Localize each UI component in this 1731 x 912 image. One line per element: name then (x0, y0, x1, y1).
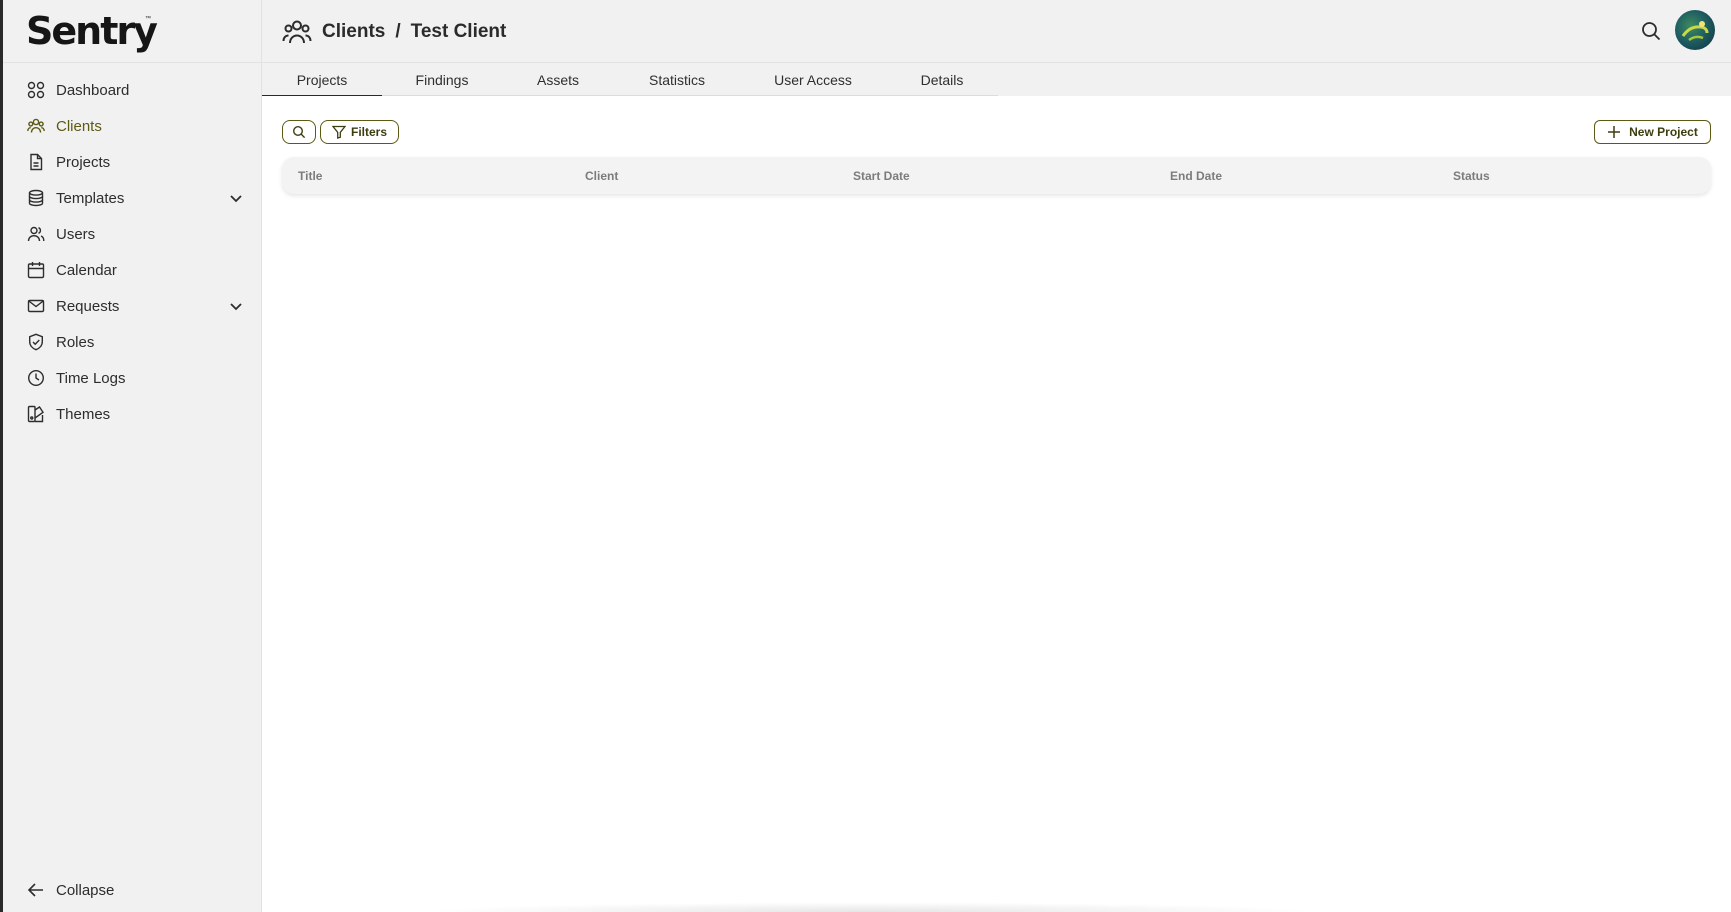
sidebar-item-requests[interactable]: Requests (3, 288, 262, 324)
sidebar-item-roles[interactable]: Roles (3, 324, 262, 360)
projects-table-header: Title Client Start Date End Date Status (282, 157, 1711, 194)
sidebar-item-label: Clients (56, 117, 102, 135)
tabs: Projects Findings Assets Statistics User… (262, 63, 998, 97)
document-icon (27, 153, 45, 171)
clients-icon (27, 117, 45, 135)
collapse-label: Collapse (56, 881, 115, 899)
database-icon (27, 189, 45, 207)
search-icon (292, 125, 306, 139)
logo-trademark: ™ (145, 16, 151, 22)
sidebar-item-label: Roles (56, 333, 95, 351)
filters-label: Filters (350, 125, 387, 139)
column-header-start-date[interactable]: Start Date (853, 169, 910, 183)
sidebar-item-clients[interactable]: Clients (3, 108, 262, 144)
sidebar: Sentry ™ Dashboard Clients Projects Temp… (3, 0, 262, 912)
calendar-icon (27, 261, 45, 279)
dashboard-icon (27, 81, 45, 99)
tab-statistics[interactable]: Statistics (614, 63, 740, 96)
topbar: Clients / Test Client (262, 0, 1731, 63)
sidebar-item-calendar[interactable]: Calendar (3, 252, 262, 288)
tab-user-access[interactable]: User Access (740, 63, 886, 96)
sidebar-item-dashboard[interactable]: Dashboard (3, 72, 262, 108)
column-header-title[interactable]: Title (298, 169, 322, 183)
palette-icon (27, 405, 45, 423)
sidebar-item-label: Themes (56, 405, 111, 423)
breadcrumb: Clients / Test Client (282, 18, 506, 46)
sidebar-item-label: Time Logs (56, 369, 126, 387)
avatar[interactable] (1675, 10, 1715, 50)
tab-assets[interactable]: Assets (502, 63, 614, 96)
main-content: Filters New Project Title Client Start D… (262, 96, 1731, 912)
tabs-bar: Projects Findings Assets Statistics User… (262, 63, 1731, 97)
column-header-end-date[interactable]: End Date (1170, 169, 1222, 183)
clients-icon (282, 20, 312, 44)
sidebar-item-users[interactable]: Users (3, 216, 262, 252)
collapse-button[interactable]: Collapse (3, 872, 262, 908)
filters-button[interactable]: Filters (320, 120, 399, 144)
shield-check-icon (27, 333, 45, 351)
sidebar-item-label: Calendar (56, 261, 117, 279)
sidebar-nav: Dashboard Clients Projects Templates Use… (3, 72, 262, 432)
sidebar-item-label: Dashboard (56, 81, 130, 99)
chevron-down-icon[interactable] (228, 190, 244, 206)
tab-findings[interactable]: Findings (382, 63, 502, 96)
new-project-button[interactable]: New Project (1594, 120, 1711, 144)
chevron-down-icon[interactable] (228, 298, 244, 314)
arrow-left-icon (27, 883, 43, 897)
breadcrumb-current: Test Client (410, 21, 507, 42)
sidebar-item-templates[interactable]: Templates (3, 180, 262, 216)
filter-icon (331, 125, 346, 139)
column-header-status[interactable]: Status (1453, 169, 1490, 183)
tab-details[interactable]: Details (886, 63, 998, 96)
logo: Sentry (26, 9, 158, 53)
plus-icon (1608, 126, 1621, 138)
bottom-panel-shadow (420, 902, 1320, 912)
column-header-client[interactable]: Client (585, 169, 618, 183)
search-icon[interactable] (1640, 20, 1662, 42)
new-project-label: New Project (1629, 125, 1698, 139)
sidebar-item-time-logs[interactable]: Time Logs (3, 360, 262, 396)
sidebar-item-projects[interactable]: Projects (3, 144, 262, 180)
search-button[interactable] (282, 120, 316, 144)
sidebar-item-label: Templates (56, 189, 125, 207)
mail-icon (27, 297, 45, 315)
tab-projects[interactable]: Projects (262, 63, 382, 97)
users-icon (27, 225, 45, 243)
breadcrumb-section[interactable]: Clients (322, 21, 385, 43)
sidebar-item-themes[interactable]: Themes (3, 396, 262, 432)
sidebar-item-label: Users (56, 225, 96, 243)
sidebar-item-label: Requests (56, 297, 120, 315)
sidebar-item-label: Projects (56, 153, 111, 171)
clock-icon (27, 369, 45, 387)
logo-area: Sentry ™ (3, 0, 261, 63)
breadcrumb-separator: / (395, 21, 401, 42)
